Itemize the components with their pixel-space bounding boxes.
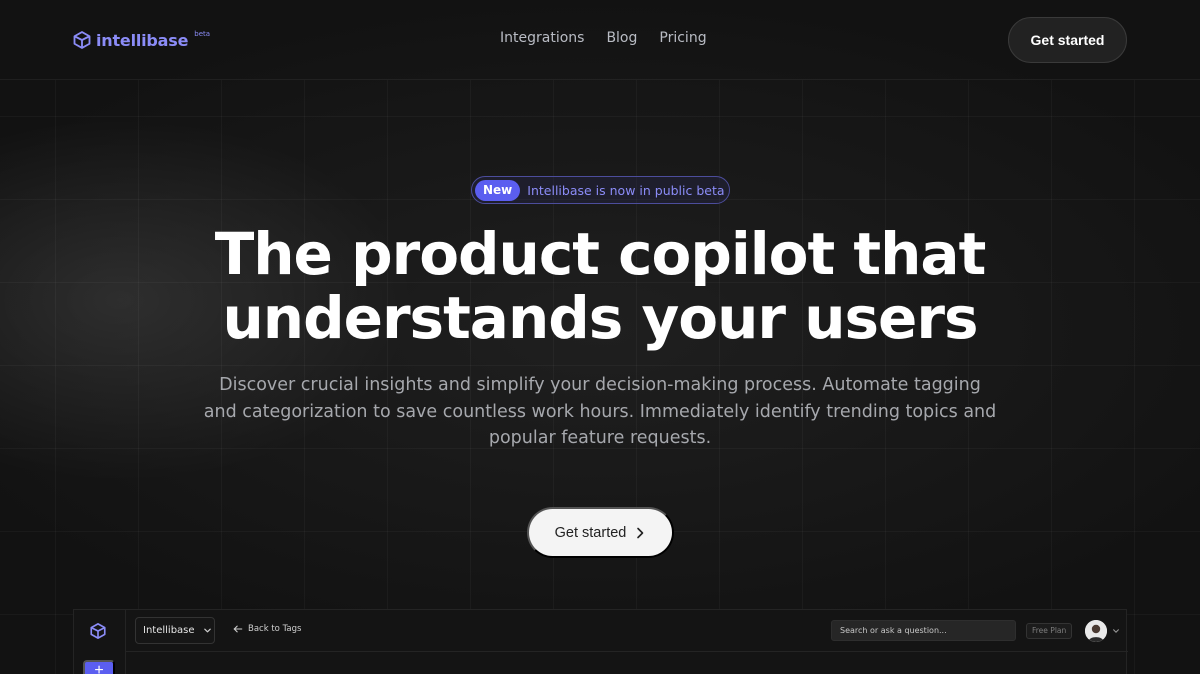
header-get-started-button[interactable]: Get started bbox=[1008, 17, 1127, 63]
announcement-text: Intellibase is now in public beta bbox=[527, 182, 725, 198]
back-to-tags-label: Back to Tags bbox=[248, 624, 302, 634]
user-avatar[interactable] bbox=[1085, 620, 1107, 642]
back-to-tags-link[interactable]: Back to Tags bbox=[233, 624, 301, 634]
preview-sidebar: + bbox=[74, 610, 126, 674]
headline-line-2: understands your users bbox=[222, 284, 979, 352]
workspace-select[interactable]: Intellibase bbox=[135, 617, 215, 644]
cube-logo-icon bbox=[73, 31, 91, 49]
landing-page: intellibase beta Integrations Blog Prici… bbox=[0, 0, 1200, 674]
hero-get-started-button[interactable]: Get started bbox=[527, 507, 674, 558]
brand-name: intellibase bbox=[96, 30, 189, 50]
search-input[interactable] bbox=[831, 620, 1016, 641]
hero-cta-label: Get started bbox=[554, 524, 627, 541]
new-badge: New bbox=[475, 179, 521, 201]
nav-item-blog[interactable]: Blog bbox=[606, 30, 637, 46]
hero-subtitle: Discover crucial insights and simplify y… bbox=[203, 375, 997, 448]
headline-line-1: The product copilot that bbox=[214, 220, 987, 288]
chevron-right-icon bbox=[637, 527, 644, 538]
nav-item-pricing[interactable]: Pricing bbox=[659, 30, 706, 46]
nav-item-integrations[interactable]: Integrations bbox=[500, 30, 584, 46]
add-button[interactable]: + bbox=[83, 660, 115, 674]
announcement-pill[interactable]: New Intellibase is now in public beta bbox=[471, 176, 730, 204]
main-nav: Integrations Blog Pricing bbox=[500, 30, 707, 46]
workspace-name: Intellibase bbox=[143, 625, 195, 636]
chevron-down-icon bbox=[203, 628, 211, 633]
avatar-image bbox=[1085, 620, 1107, 642]
plan-badge: Free Plan bbox=[1026, 623, 1073, 639]
brand-logo[interactable]: intellibase beta bbox=[72, 29, 210, 51]
hero-headline: The product copilot that understands you… bbox=[100, 222, 1100, 350]
chevron-down-icon[interactable] bbox=[1112, 627, 1120, 635]
arrow-left-icon bbox=[233, 625, 243, 633]
preview-topbar: Intellibase Back to Tags Free Plan bbox=[126, 610, 1128, 652]
beta-tag: beta bbox=[194, 30, 211, 38]
site-header: intellibase beta Integrations Blog Prici… bbox=[0, 0, 1200, 80]
app-preview: + Intellibase Back to Tags Free Plan bbox=[73, 609, 1128, 674]
cube-logo-icon bbox=[90, 623, 106, 639]
